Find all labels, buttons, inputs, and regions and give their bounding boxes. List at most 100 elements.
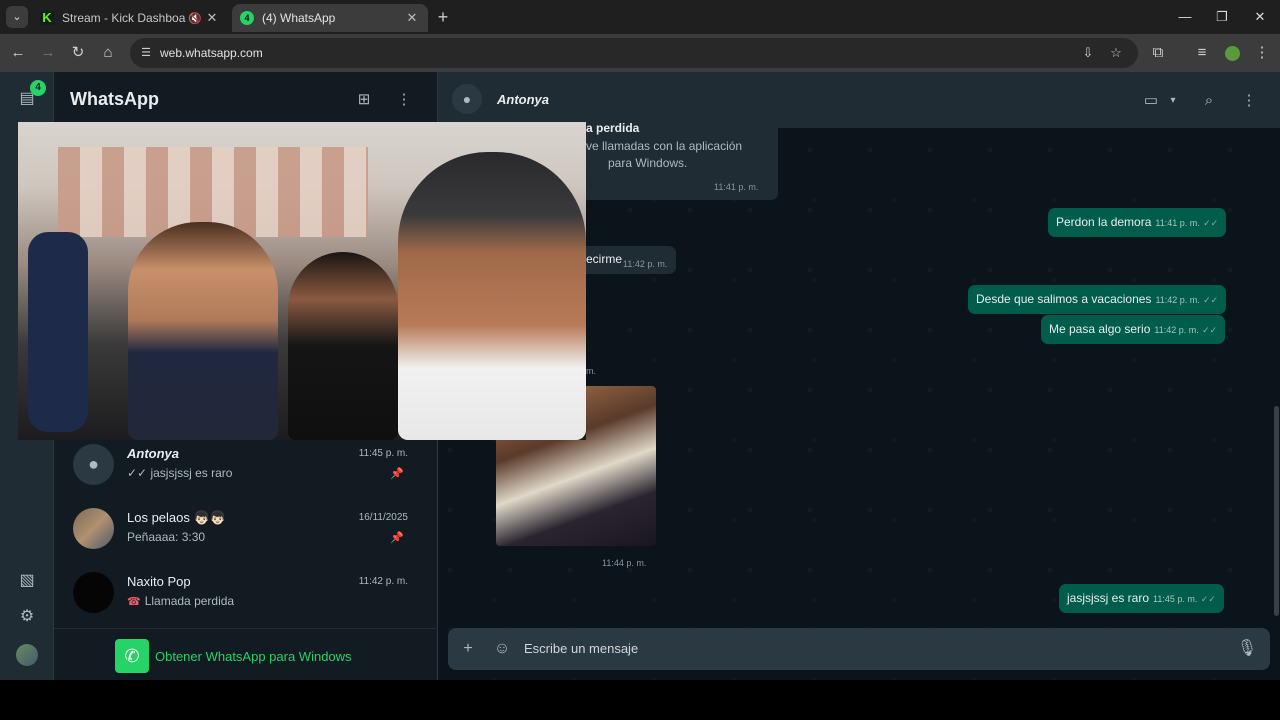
- home-button[interactable]: ⌂: [98, 43, 118, 63]
- message-time: 11:42 p. m.: [1155, 295, 1200, 305]
- video-call-icon[interactable]: ▭: [1140, 90, 1162, 112]
- maximize-button[interactable]: ❐: [1207, 6, 1237, 28]
- missed-call-text: Llamada perdida: [144, 594, 235, 608]
- message-text: Desde que salimos a vacaciones: [976, 292, 1152, 306]
- install-app-icon[interactable]: ⇩: [1080, 45, 1096, 61]
- back-button[interactable]: ←: [8, 43, 28, 63]
- minimize-button[interactable]: —: [1170, 6, 1200, 28]
- screen-bottom-bar: [0, 680, 1280, 720]
- group-avatar: [73, 508, 114, 549]
- chat-name: Antonya: [127, 446, 179, 461]
- video-person: [128, 222, 278, 440]
- contact-avatar: [73, 572, 114, 613]
- chat-name: Los pelaos 👦🏻👦🏻: [127, 510, 226, 525]
- whatsapp-logo-icon: ✆: [115, 639, 149, 673]
- tab-whatsapp[interactable]: 4 (4) WhatsApp ✕: [232, 4, 428, 32]
- chat-name: Naxito Pop: [127, 574, 191, 589]
- video-person: [288, 252, 398, 440]
- chat-time: 11:42 p. m.: [358, 576, 408, 587]
- default-avatar-icon: ●: [452, 84, 482, 114]
- address-bar[interactable]: ☰ web.whatsapp.com ⇩ ☆: [130, 38, 1138, 68]
- message-time: m.: [586, 366, 596, 376]
- double-check-icon: ✓✓: [1203, 218, 1219, 228]
- app-title: WhatsApp: [70, 89, 159, 109]
- site-info-icon[interactable]: ☰: [138, 45, 154, 61]
- double-check-icon: ✓✓: [1202, 325, 1218, 335]
- video-background: [28, 232, 88, 432]
- microphone-icon[interactable]: 🎙: [1236, 638, 1258, 660]
- chat-time: 16/11/2025: [358, 512, 408, 523]
- contact-name: Antonya: [497, 92, 549, 107]
- image-time: 11:44 p. m.: [602, 558, 647, 568]
- search-icon[interactable]: ⌕: [1198, 90, 1220, 112]
- forward-button[interactable]: →: [38, 43, 58, 63]
- message-text: ecirme: [586, 252, 623, 266]
- profile-avatar[interactable]: [1225, 46, 1240, 61]
- browser-tab-bar: ⌄ K Stream - Kick Dashboard 🔇 ✕ 4 (4) Wh…: [0, 0, 1280, 34]
- chat-time: 11:45 p. m.: [358, 448, 408, 459]
- chat-item-antonya[interactable]: ● Antonya 11:45 p. m. ✓✓ jasjsjssj es ra…: [54, 436, 438, 500]
- kick-favicon-icon: K: [40, 11, 54, 25]
- tab-search-button[interactable]: ⌄: [6, 6, 28, 28]
- message-text: Perdon la demora: [1056, 215, 1152, 229]
- outgoing-message: Desde que salimos a vacaciones 11:42 p. m…: [968, 285, 1227, 314]
- tab-title: Stream - Kick Dashboard: [62, 11, 186, 25]
- tab-title: (4) WhatsApp: [262, 11, 336, 25]
- muted-speaker-icon[interactable]: 🔇: [186, 12, 204, 25]
- message-text: jasjsjssj es raro: [1067, 591, 1150, 605]
- get-windows-app-banner[interactable]: ✆ Obtener WhatsApp para Windows: [54, 628, 438, 680]
- tab-kick-dashboard[interactable]: K Stream - Kick Dashboard 🔇 ✕: [32, 4, 228, 32]
- sticker-emoji-icon[interactable]: ☺: [491, 638, 513, 660]
- message-composer: + ☺ Escribe un mensaje 🎙: [448, 628, 1270, 670]
- pin-icon: 📌: [390, 468, 404, 480]
- message-time: 11:41 p. m.: [714, 182, 759, 192]
- message-time: 11:45 p. m.: [1153, 594, 1198, 604]
- bookmark-star-icon[interactable]: ☆: [1108, 45, 1124, 61]
- default-avatar-icon: ●: [73, 444, 114, 485]
- reload-button[interactable]: ↻: [68, 43, 88, 63]
- chat-preview: Peñaaaa: 3:30: [127, 530, 206, 544]
- conversation-header[interactable]: ● Antonya ▭ ▾ ⌕ ⋮: [438, 72, 1280, 128]
- pin-icon: 📌: [390, 532, 404, 544]
- chevron-down-icon[interactable]: ▾: [1162, 90, 1184, 112]
- my-profile-avatar[interactable]: [16, 644, 38, 666]
- chat-preview: ✓✓ jasjsjssj es raro: [127, 466, 233, 480]
- webcam-video-overlay: [18, 122, 586, 440]
- chat-item-naxito-pop[interactable]: Naxito Pop 11:42 p. m. ☎ Llamada perdida: [54, 564, 438, 628]
- get-app-link[interactable]: Obtener WhatsApp para Windows: [155, 649, 352, 664]
- scrollbar[interactable]: [1274, 406, 1279, 616]
- extensions-icon[interactable]: ⧉: [1148, 43, 1168, 63]
- missed-call-title: a perdida: [586, 121, 640, 135]
- close-window-button[interactable]: ✕: [1245, 6, 1275, 28]
- outgoing-message: Me pasa algo serio 11:42 p. m. ✓✓: [1041, 315, 1226, 344]
- browser-toolbar: ← → ↻ ⌂ ☰ web.whatsapp.com ⇩ ☆ ⧉ ≡ ⋮: [0, 34, 1280, 72]
- missed-call-icon: ☎: [127, 596, 141, 608]
- missed-call-desc: ve llamadas con la aplicación: [586, 139, 743, 153]
- double-check-icon: ✓✓: [1200, 594, 1216, 604]
- message-time: 11:42 p. m.: [1154, 325, 1199, 335]
- double-check-icon: ✓✓: [1203, 295, 1219, 305]
- outgoing-message: Perdon la demora 11:41 p. m. ✓✓: [1048, 208, 1227, 237]
- chat-preview: ☎ Llamada perdida: [127, 594, 234, 608]
- new-tab-button[interactable]: +: [432, 6, 454, 28]
- unread-badge: 4: [30, 80, 46, 96]
- close-tab-icon[interactable]: ✕: [204, 10, 220, 26]
- new-chat-icon[interactable]: ⊞: [354, 90, 374, 110]
- whatsapp-favicon-icon: 4: [240, 11, 254, 25]
- browser-menu-icon[interactable]: ⋮: [1252, 43, 1272, 63]
- outgoing-message: jasjsjssj es raro 11:45 p. m. ✓✓: [1059, 584, 1224, 613]
- chat-item-los-pelaos[interactable]: Los pelaos 👦🏻👦🏻 16/11/2025 Peñaaaa: 3:30…: [54, 500, 438, 564]
- media-icon[interactable]: ▧: [15, 569, 39, 593]
- message-text: Me pasa algo serio: [1049, 322, 1151, 336]
- message-time: 11:41 p. m.: [1155, 218, 1200, 228]
- video-person: [398, 152, 586, 440]
- message-input[interactable]: Escribe un mensaje: [524, 641, 638, 656]
- settings-gear-icon[interactable]: ⚙: [15, 605, 39, 629]
- menu-icon[interactable]: ⋮: [1238, 90, 1260, 112]
- menu-icon[interactable]: ⋮: [394, 90, 414, 110]
- media-controls-icon[interactable]: ≡: [1192, 43, 1212, 63]
- message-time: 11:42 p. m.: [623, 259, 668, 269]
- close-tab-icon[interactable]: ✕: [404, 10, 420, 26]
- url-text: web.whatsapp.com: [160, 46, 263, 60]
- attach-plus-icon[interactable]: +: [457, 638, 479, 660]
